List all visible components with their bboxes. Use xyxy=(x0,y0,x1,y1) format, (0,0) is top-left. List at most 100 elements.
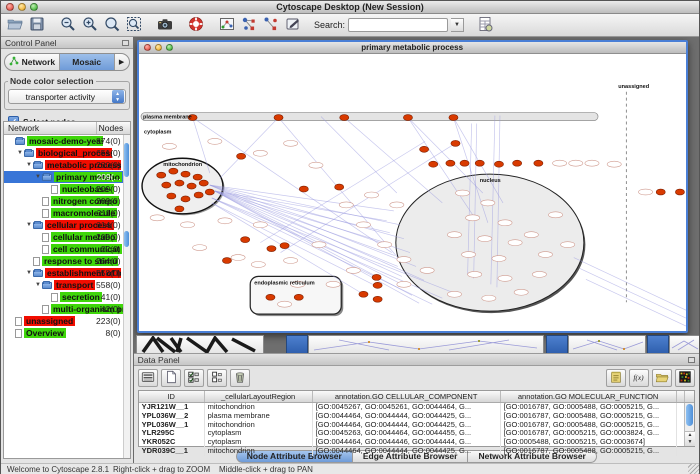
network-label-node[interactable] xyxy=(162,143,176,149)
open-button[interactable] xyxy=(5,16,25,35)
network-label-node[interactable] xyxy=(498,220,512,226)
network-node[interactable] xyxy=(168,168,177,174)
network-node[interactable] xyxy=(156,172,165,178)
tree-row[interactable]: macromolecule311(0) xyxy=(4,207,123,219)
network-node[interactable] xyxy=(294,294,303,300)
network-node[interactable] xyxy=(240,237,249,243)
network-label-node[interactable] xyxy=(231,255,245,261)
network-node[interactable] xyxy=(161,182,170,188)
network-label-node[interactable] xyxy=(548,212,562,218)
network-node[interactable] xyxy=(175,180,184,186)
tree-row[interactable]: cellular metabo209(0) xyxy=(4,231,123,243)
tree-row[interactable]: multi-organism pro42(0) xyxy=(4,303,123,315)
network-node[interactable] xyxy=(494,161,503,167)
network-node[interactable] xyxy=(460,160,469,166)
formula-button[interactable]: f(x) xyxy=(629,369,649,387)
column-header[interactable]: annotation.GO MOLECULAR_FUNCTION xyxy=(501,391,677,402)
network-label-node[interactable] xyxy=(532,271,546,277)
network-label-node[interactable] xyxy=(491,256,505,262)
table-row[interactable]: YKR052Ccytoplasm[GO:0044464, GO:0044446,… xyxy=(139,438,694,447)
network-label-node[interactable] xyxy=(552,160,566,166)
filter-button[interactable] xyxy=(261,16,281,35)
network-label-node[interactable] xyxy=(514,289,528,295)
network-label-node[interactable] xyxy=(480,200,494,206)
network-node[interactable] xyxy=(175,206,184,212)
tab-network[interactable]: Network xyxy=(5,54,60,70)
tree-column-nodes[interactable]: Nodes xyxy=(97,122,130,134)
network-label-node[interactable] xyxy=(308,162,322,168)
network-node[interactable] xyxy=(449,115,458,121)
expander-icon[interactable]: ▼ xyxy=(25,222,33,228)
expander-icon[interactable]: ▼ xyxy=(34,282,42,288)
attribute-matrix-button[interactable] xyxy=(138,369,158,387)
tree-row[interactable]: nucleobase-209(0) xyxy=(4,183,123,195)
network-node[interactable] xyxy=(205,189,214,195)
float-data-panel-icon[interactable] xyxy=(688,357,695,363)
column-header[interactable] xyxy=(677,391,685,402)
table-scrollbar-arrows[interactable]: ▲▼ xyxy=(685,431,695,446)
tree-row[interactable]: ▼metabolic process280(0) xyxy=(4,159,123,171)
column-header[interactable]: annotation.GO CELLULAR_COMPONENT xyxy=(313,391,501,402)
network-node[interactable] xyxy=(166,193,175,199)
network-label-node[interactable] xyxy=(283,258,297,264)
network-node[interactable] xyxy=(236,153,245,159)
save-button[interactable] xyxy=(27,16,47,35)
network-label-node[interactable] xyxy=(180,222,194,228)
network-label-node[interactable] xyxy=(150,215,164,221)
network-node[interactable] xyxy=(451,140,460,146)
table-row[interactable]: YLR295Ccytoplasm[GO:0045263, GO:0044464,… xyxy=(139,429,694,438)
zoom-out-button[interactable] xyxy=(58,16,78,35)
expander-icon[interactable]: ▼ xyxy=(25,270,33,276)
zoom-selected-button[interactable] xyxy=(102,16,122,35)
background-window-edge2[interactable] xyxy=(546,335,568,353)
network-node[interactable] xyxy=(187,183,196,189)
import-table-button[interactable] xyxy=(475,16,495,35)
network-label-node[interactable] xyxy=(364,192,378,198)
table-scrollbar-thumb[interactable] xyxy=(686,404,693,426)
network-node[interactable] xyxy=(656,189,665,195)
notes-button[interactable] xyxy=(606,369,626,387)
network-node[interactable] xyxy=(533,160,542,166)
network-label-node[interactable] xyxy=(217,218,231,224)
network-node[interactable] xyxy=(181,171,190,177)
network-label-node[interactable] xyxy=(326,281,340,287)
network-node[interactable] xyxy=(274,115,283,121)
network-node[interactable] xyxy=(373,282,382,288)
network-node[interactable] xyxy=(334,184,343,190)
tree-row[interactable]: response to stimulu264(0) xyxy=(4,255,123,267)
column-header[interactable]: _cellularLayoutRegion xyxy=(205,391,313,402)
table-row[interactable]: YDR039C__1mitochondrion[GO:0044464, GO:0… xyxy=(139,447,694,456)
background-window3[interactable] xyxy=(568,335,646,353)
network-node[interactable] xyxy=(419,146,428,152)
network-label-node[interactable] xyxy=(356,222,370,228)
network-node[interactable] xyxy=(475,160,484,166)
expander-icon[interactable]: ▼ xyxy=(16,150,24,156)
help-button[interactable] xyxy=(186,16,206,35)
table-scrollbar[interactable]: ▲▼ xyxy=(684,403,694,446)
network-label-node[interactable] xyxy=(447,232,461,238)
network-label-node[interactable] xyxy=(251,262,265,268)
tree-row[interactable]: secretion41(0) xyxy=(4,291,123,303)
network-label-node[interactable] xyxy=(585,160,599,166)
network-label-node[interactable] xyxy=(339,202,353,208)
new-attribute-button[interactable] xyxy=(161,369,181,387)
network-label-node[interactable] xyxy=(465,215,479,221)
tree-row[interactable]: mosaic-demo-yeast874(0) xyxy=(4,135,123,147)
network-label-node[interactable] xyxy=(207,138,221,144)
network-node[interactable] xyxy=(193,174,202,180)
tree-scrollbar-thumb2[interactable] xyxy=(124,231,129,247)
tree-column-network[interactable]: Network xyxy=(4,122,97,134)
delete-attribute-button[interactable] xyxy=(230,369,250,387)
background-window[interactable] xyxy=(136,335,264,353)
heatmap-button[interactable] xyxy=(675,369,695,387)
network-label-node[interactable] xyxy=(638,189,652,195)
table-row[interactable]: YPL036W__2plasma membrane[GO:0044464, GO… xyxy=(139,412,694,421)
network-label-node[interactable] xyxy=(192,245,206,251)
app-titlebar[interactable]: Cytoscape Desktop (New Session) xyxy=(1,1,699,14)
network-label-node[interactable] xyxy=(346,267,360,273)
network-node[interactable] xyxy=(299,186,308,192)
tab-mosaic[interactable]: Mosaic xyxy=(60,54,115,70)
network-label-node[interactable] xyxy=(420,267,434,273)
tree-row[interactable]: ▼transport558(0) xyxy=(4,279,123,291)
tree-row[interactable]: ▼establishment of lo558(0) xyxy=(4,267,123,279)
